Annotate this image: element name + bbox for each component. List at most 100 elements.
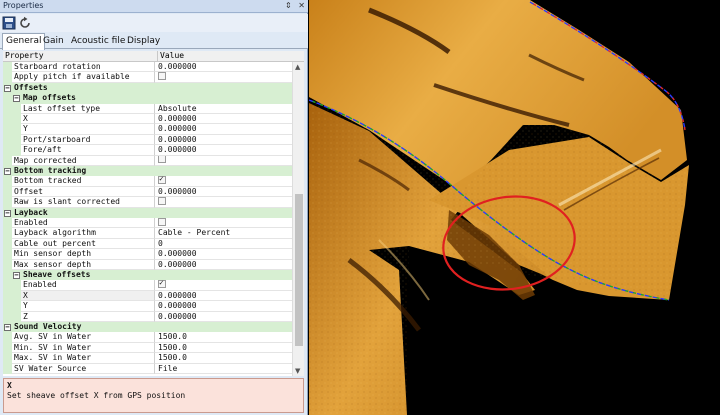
row-gutter-indent [12, 280, 21, 291]
property-value[interactable]: 0.000000 [155, 124, 292, 135]
property-value[interactable]: 1500.0 [155, 332, 292, 343]
collapse-icon[interactable]: − [4, 324, 11, 331]
save-icon[interactable] [2, 16, 16, 30]
property-row[interactable]: Apply pitch if available [3, 72, 292, 83]
property-value[interactable]: 0.000000 [155, 260, 292, 270]
property-row[interactable]: Max sensor depth 0.000000 [3, 259, 292, 270]
row-gutter [3, 342, 12, 354]
property-value[interactable]: File [155, 364, 292, 374]
property-value[interactable]: 0 [155, 239, 292, 250]
row-gutter [3, 228, 12, 239]
category-row[interactable]: − Sound Velocity [3, 322, 292, 333]
checkbox-unchecked[interactable] [158, 155, 166, 164]
property-value[interactable]: Cable - Percent [155, 228, 292, 239]
property-value[interactable] [155, 197, 292, 208]
sonar-map-view[interactable] [309, 0, 720, 415]
property-row[interactable]: Z 0.000000 [3, 311, 292, 322]
property-row[interactable]: X 0.000000 [3, 114, 292, 125]
category-row[interactable]: − Layback [3, 207, 292, 218]
property-row[interactable]: Map corrected [3, 155, 292, 166]
property-value[interactable] [155, 72, 292, 83]
property-value[interactable]: 1500.0 [155, 343, 292, 354]
property-row[interactable]: X 0.000000 [3, 290, 292, 302]
scroll-down-icon[interactable]: ▼ [295, 367, 300, 375]
pin-icon[interactable]: ⇕ [285, 1, 292, 10]
category-row[interactable]: − Bottom tracking [3, 166, 292, 177]
property-row[interactable]: SV Water Source File [3, 363, 292, 374]
grid-scrollbar[interactable]: ▲ ▼ [292, 62, 304, 376]
sonar-mosaic[interactable] [309, 0, 720, 415]
tab-general[interactable]: General [2, 33, 46, 50]
checkbox-unchecked[interactable] [158, 218, 166, 226]
panel-toolbar [0, 14, 308, 32]
collapse-icon[interactable]: − [13, 95, 20, 103]
property-value[interactable]: Absolute [155, 104, 292, 114]
property-row[interactable]: Y 0.000000 [3, 124, 292, 135]
description-text: Set sheave offset X from GPS position [7, 391, 186, 400]
tab-acoustic-file[interactable]: Acoustic file [68, 34, 128, 49]
collapse-icon[interactable]: − [13, 272, 20, 279]
row-gutter [3, 155, 12, 166]
checkbox-checked[interactable] [158, 280, 166, 288]
tab-display[interactable]: Display [124, 34, 163, 49]
property-value[interactable]: 0.000000 [155, 291, 292, 302]
scroll-up-icon[interactable]: ▲ [295, 63, 300, 71]
checkbox-unchecked[interactable] [158, 72, 166, 80]
property-row[interactable]: Starboard rotation 0.000000 [3, 62, 292, 73]
property-value[interactable]: 0.000000 [155, 312, 292, 322]
property-row[interactable]: Bottom tracked [3, 176, 292, 187]
category-row[interactable]: − Map offsets [3, 93, 292, 104]
column-property[interactable]: Property [5, 51, 44, 61]
row-gutter [3, 353, 12, 364]
checkbox-checked[interactable] [158, 176, 166, 184]
row-gutter-indent [12, 103, 21, 114]
checkbox-unchecked[interactable] [158, 197, 166, 205]
property-value[interactable] [155, 280, 292, 291]
property-row[interactable]: Y 0.000000 [3, 301, 292, 312]
property-row[interactable]: Offset 0.000000 [3, 186, 292, 198]
property-name: Min sensor depth [12, 249, 155, 260]
row-gutter-indent [12, 114, 21, 125]
property-row[interactable]: Min. SV in Water 1500.0 [3, 342, 292, 354]
property-value[interactable] [155, 155, 292, 166]
property-value[interactable]: 0.000000 [155, 135, 292, 146]
property-row[interactable]: Enabled [3, 218, 292, 229]
property-name: X [21, 290, 155, 302]
refresh-icon[interactable] [18, 16, 32, 30]
property-name: Cable out percent [12, 238, 155, 250]
property-name: SV Water Source [12, 363, 155, 374]
property-row[interactable]: Layback algorithm Cable - Percent [3, 228, 292, 239]
property-row[interactable]: Enabled [3, 280, 292, 291]
collapse-icon[interactable]: − [4, 84, 11, 92]
property-row[interactable]: Last offset type Absolute [3, 103, 292, 114]
collapse-icon[interactable]: − [4, 168, 11, 175]
property-row[interactable]: Cable out percent 0 [3, 238, 292, 250]
tab-gain[interactable]: Gain [40, 34, 67, 49]
category-row[interactable]: − Offsets [3, 82, 292, 94]
category-row[interactable]: − Sheave offsets [3, 270, 292, 281]
property-value[interactable]: 0.000000 [155, 301, 292, 312]
property-value[interactable]: 0.000000 [155, 249, 292, 260]
property-value[interactable]: 0.000000 [155, 62, 292, 73]
row-gutter [3, 93, 12, 104]
property-value[interactable] [155, 218, 292, 229]
collapse-icon[interactable]: − [4, 209, 11, 217]
property-row[interactable]: Max. SV in Water 1500.0 [3, 353, 292, 364]
close-icon[interactable]: ✕ [298, 1, 305, 10]
property-row[interactable]: Fore/aft 0.000000 [3, 145, 292, 156]
property-row[interactable]: Raw is slant corrected [3, 197, 292, 208]
property-value[interactable] [155, 176, 292, 187]
property-value[interactable]: 0.000000 [155, 187, 292, 198]
property-value[interactable]: 0.000000 [155, 114, 292, 125]
property-name: X [21, 114, 155, 125]
property-row[interactable]: Min sensor depth 0.000000 [3, 249, 292, 260]
row-gutter [3, 363, 12, 374]
property-row[interactable]: Avg. SV in Water 1500.0 [3, 332, 292, 343]
property-value[interactable]: 1500.0 [155, 353, 292, 364]
property-value[interactable]: 0.000000 [155, 145, 292, 156]
scroll-thumb[interactable] [295, 194, 303, 346]
property-name: Bottom tracked [12, 176, 155, 187]
property-row[interactable]: Port/starboard 0.000000 [3, 134, 292, 146]
column-value[interactable]: Value [157, 51, 184, 61]
row-gutter [3, 134, 12, 146]
